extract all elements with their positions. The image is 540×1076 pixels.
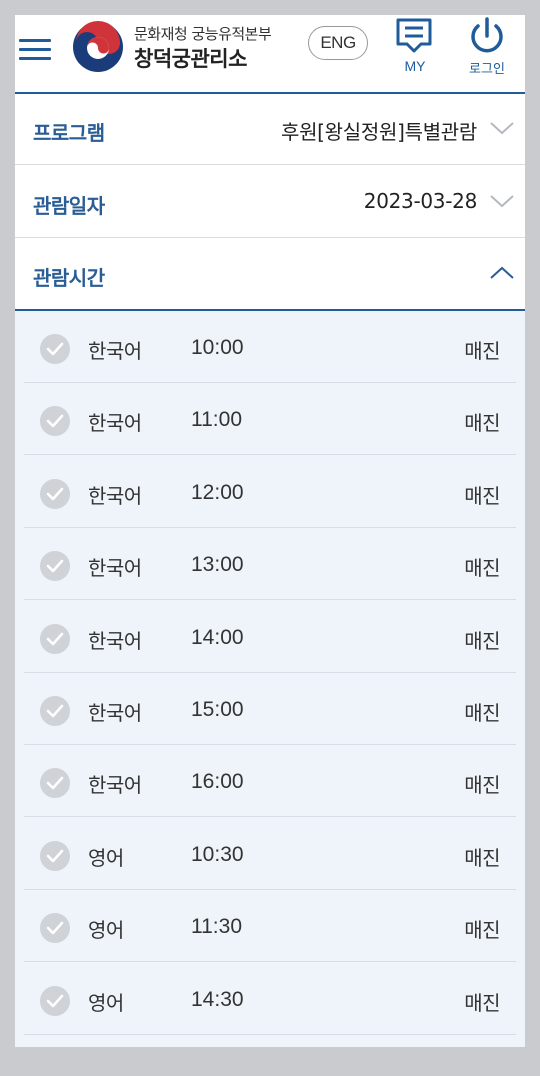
slot-status: 매진 [464, 483, 500, 508]
header-divider [15, 92, 525, 94]
login-button[interactable]: 로그인 [461, 17, 513, 79]
slot-status: 매진 [464, 556, 500, 581]
government-logo[interactable] [72, 21, 124, 73]
check-circle-icon[interactable] [40, 913, 70, 944]
slot-language: 한국어 [88, 483, 142, 508]
time-slot-item[interactable]: 한국어 15:00 매진 [24, 673, 516, 745]
org-title: 창덕궁관리소 [134, 47, 247, 71]
chevron-down-icon [490, 122, 514, 135]
time-slot-item[interactable]: 한국어 16:00 매진 [24, 745, 516, 818]
check-circle-icon[interactable] [40, 334, 70, 364]
header: 문화재청 궁능유적본부 창덕궁관리소 ENG MY 로그인 [15, 15, 525, 94]
my-label: MY [404, 58, 426, 74]
login-label: 로그인 [469, 62, 505, 77]
slot-status: 매진 [464, 411, 500, 436]
power-icon [471, 17, 503, 53]
time-slot-item[interactable]: 한국어 11:00 매진 [24, 383, 516, 456]
slot-status: 매진 [464, 773, 500, 798]
time-slot-item[interactable]: 영어 11:30 매진 [24, 890, 516, 963]
time-slot-item[interactable]: 한국어 14:00 매진 [24, 601, 516, 673]
check-circle-icon[interactable] [40, 478, 70, 509]
english-button[interactable]: ENG [308, 26, 368, 60]
time-slot-item[interactable]: 영어 14:30 매진 [24, 963, 516, 1035]
slot-language: 한국어 [88, 701, 142, 725]
time-slot-item[interactable]: 한국어 13:00 매진 [24, 528, 516, 601]
slot-time: 16:00 [191, 770, 244, 794]
check-circle-icon[interactable] [40, 406, 70, 437]
check-circle-icon[interactable] [40, 551, 70, 582]
slot-time: 14:30 [191, 987, 244, 1011]
slot-time: 12:00 [191, 480, 244, 504]
slot-language: 한국어 [88, 411, 142, 436]
time-slot-item[interactable]: 영어 10:30 매진 [24, 818, 516, 890]
slot-status: 매진 [464, 701, 500, 725]
my-button[interactable]: MY [393, 17, 437, 79]
my-page-icon [396, 18, 432, 53]
chevron-up-icon [490, 266, 514, 279]
slot-time: 13:00 [191, 553, 244, 577]
time-slot-item[interactable]: 한국어 10:00 매진 [24, 311, 516, 383]
date-select[interactable]: 관람일자 2023-03-28 [15, 168, 525, 238]
chevron-down-icon [490, 195, 514, 208]
slot-time: 11:00 [191, 408, 242, 432]
slot-time: 10:30 [191, 842, 244, 866]
time-label: 관람시간 [33, 266, 105, 290]
check-circle-icon[interactable] [40, 768, 70, 799]
slot-status: 매진 [464, 628, 500, 653]
slot-language: 한국어 [88, 339, 142, 363]
slot-language: 한국어 [88, 628, 142, 653]
slot-time: 10:00 [191, 336, 244, 359]
reservation-page: 문화재청 궁능유적본부 창덕궁관리소 ENG MY 로그인 프로그램 후원[왕실… [15, 15, 525, 1061]
date-label: 관람일자 [33, 194, 105, 218]
slot-time: 15:00 [191, 698, 244, 721]
slot-status: 매진 [464, 918, 500, 943]
slot-time: 11:30 [191, 915, 242, 939]
program-label: 프로그램 [33, 121, 105, 145]
time-slot-list[interactable]: 한국어 10:00 매진 한국어 11:00 매진 한국어 12:00 매진 한국어 13:00 매진… [15, 311, 525, 1061]
check-circle-icon[interactable] [40, 623, 70, 654]
date-value: 2023-03-28 [363, 189, 478, 213]
slot-language: 한국어 [88, 773, 142, 798]
org-subtitle: 문화재청 궁능유적본부 [134, 25, 272, 43]
check-circle-icon[interactable] [40, 696, 70, 726]
program-value: 후원[왕실정원]특별관람 [280, 120, 477, 144]
slot-status: 매진 [464, 990, 500, 1015]
time-select[interactable]: 관람시간 [15, 240, 525, 311]
slot-language: 영어 [88, 990, 124, 1015]
slot-status: 매진 [464, 339, 500, 363]
check-circle-icon[interactable] [40, 840, 70, 871]
slot-time: 14:00 [191, 625, 244, 649]
slot-language: 한국어 [88, 556, 142, 581]
menu-icon[interactable] [19, 39, 51, 61]
slot-language: 영어 [88, 845, 124, 870]
bottom-edge [0, 1047, 540, 1076]
program-select[interactable]: 프로그램 후원[왕실정원]특별관람 [15, 95, 525, 165]
slot-status: 매진 [464, 845, 500, 870]
slot-language: 영어 [88, 918, 124, 943]
check-circle-icon[interactable] [40, 985, 70, 1016]
time-slot-item[interactable]: 한국어 12:00 매진 [24, 456, 516, 528]
